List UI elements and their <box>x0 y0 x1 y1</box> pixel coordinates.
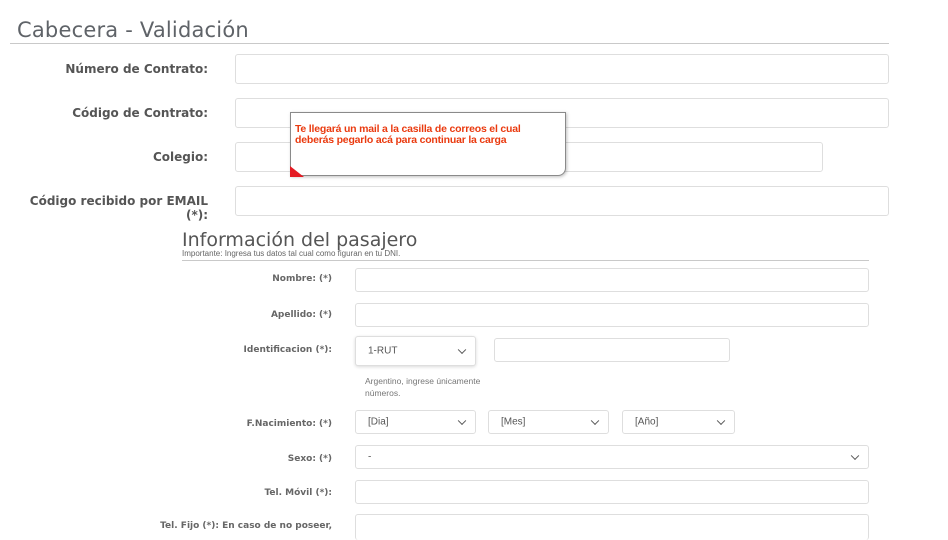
identificacion-type-value: 1-RUT <box>368 345 398 357</box>
tel-fijo-label: Tel. Fijo (*): En caso de no poseer, <box>160 521 332 531</box>
tooltip-arrow-icon <box>290 166 304 177</box>
nombre-input[interactable] <box>355 268 869 292</box>
chevron-down-icon <box>716 416 726 426</box>
header-divider <box>10 43 889 44</box>
tel-fijo-input[interactable] <box>355 514 869 540</box>
sexo-select[interactable]: - <box>355 445 869 469</box>
nacimiento-label: F.Nacimiento: (*) <box>246 419 332 429</box>
chevron-down-icon <box>457 416 467 426</box>
apellido-input[interactable] <box>355 303 869 327</box>
tel-movil-input[interactable] <box>355 480 869 504</box>
identificacion-hint: Argentino, ingrese únicamente números. <box>365 376 481 398</box>
email-code-label: Código recibido por EMAIL (*): <box>29 194 208 222</box>
email-code-input[interactable] <box>235 186 889 216</box>
page-title: Cabecera - Validación <box>17 18 249 42</box>
apellido-label: Apellido: (*) <box>270 310 332 320</box>
mes-select[interactable]: [Mes] <box>488 410 609 434</box>
chevron-down-icon <box>850 451 860 461</box>
identificacion-label: Identificacion (*): <box>243 345 332 355</box>
chevron-down-icon <box>590 416 600 426</box>
tel-movil-label: Tel. Móvil (*): <box>264 488 332 498</box>
numero-contrato-label: Número de Contrato: <box>65 62 208 76</box>
passenger-section-note: Importante: Ingresa tus datos tal cual c… <box>182 249 401 258</box>
numero-contrato-input[interactable] <box>235 54 889 84</box>
sexo-value: - <box>368 451 372 463</box>
anio-select[interactable]: [Año] <box>622 410 735 434</box>
colegio-label: Colegio: <box>152 150 208 164</box>
sexo-label: Sexo: (*) <box>287 454 332 464</box>
dia-select[interactable]: [Dia] <box>355 410 476 434</box>
identificacion-number-input[interactable] <box>494 338 730 362</box>
email-tooltip: Te llegará un mail a la casilla de corre… <box>290 112 566 176</box>
mes-value: [Mes] <box>501 416 526 428</box>
passenger-section-title: Información del pasajero <box>182 229 418 251</box>
codigo-contrato-label: Código de Contrato: <box>72 106 208 120</box>
passenger-divider <box>182 260 869 261</box>
dia-value: [Dia] <box>368 416 389 428</box>
anio-value: [Año] <box>635 416 659 428</box>
nombre-label: Nombre: (*) <box>272 274 332 284</box>
chevron-down-icon <box>457 345 467 355</box>
identificacion-type-select[interactable]: 1-RUT <box>355 336 476 366</box>
tooltip-text: Te llegará un mail a la casilla de corre… <box>295 123 521 146</box>
